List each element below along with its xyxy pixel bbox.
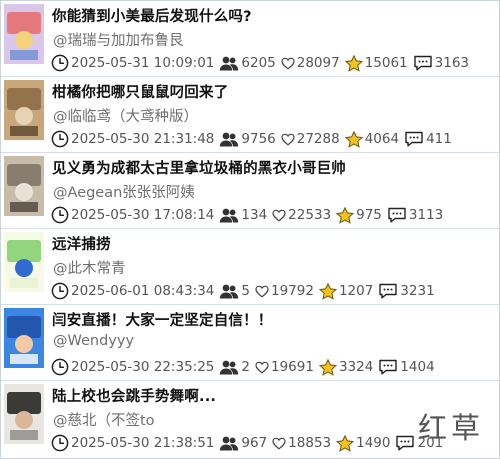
play-count: 5 xyxy=(241,283,250,299)
video-thumbnail[interactable] xyxy=(4,156,44,216)
comment-count: 411 xyxy=(426,131,452,147)
comment-count: 3163 xyxy=(434,55,470,71)
favorite-count: 1490 xyxy=(356,435,391,451)
play-count: 9756 xyxy=(241,131,276,147)
publish-date: 2025-05-31 10:09:01 xyxy=(71,55,215,71)
publish-date: 2025-05-30 21:38:51 xyxy=(71,435,215,451)
heart-icon xyxy=(281,57,295,70)
clock-icon xyxy=(51,358,69,376)
favorite-count: 3324 xyxy=(338,359,374,375)
star-icon xyxy=(344,54,363,72)
publish-date: 2025-06-01 08:43:34 xyxy=(71,283,215,299)
video-list: 你能猜到小美最后发现什么吗? @瑞瑞与加加布鲁艮 2025-05-31 10:0… xyxy=(0,0,500,459)
video-author[interactable]: @Wendyyy xyxy=(53,333,134,349)
heart-icon xyxy=(255,361,269,374)
publish-date: 2025-05-30 17:08:14 xyxy=(71,207,215,223)
star-icon xyxy=(336,434,355,452)
comment-icon xyxy=(378,359,398,375)
heart-icon xyxy=(255,285,269,298)
video-thumbnail[interactable] xyxy=(4,80,44,140)
heart-icon xyxy=(272,437,286,450)
publish-date: 2025-05-30 22:35:25 xyxy=(71,359,215,375)
video-title[interactable]: 柑橘你把哪只鼠鼠叼回来了 xyxy=(52,81,228,102)
star-icon xyxy=(318,282,337,300)
comment-count: 1404 xyxy=(400,359,435,375)
comment-count: 3231 xyxy=(400,283,435,299)
star-icon xyxy=(336,206,355,224)
favorite-count: 15061 xyxy=(364,55,408,71)
video-thumbnail[interactable] xyxy=(4,308,44,368)
video-meta: 2025-05-31 10:09:01 6205 28097 15061 316… xyxy=(51,53,474,73)
users-icon xyxy=(219,207,239,223)
publish-date: 2025-05-30 21:31:48 xyxy=(71,131,215,147)
users-icon xyxy=(219,131,239,147)
favorite-count: 4064 xyxy=(364,131,400,147)
play-count: 134 xyxy=(241,207,268,223)
video-meta: 2025-05-30 17:08:14 134 22533 975 3113 xyxy=(51,205,448,225)
video-author[interactable]: @瑞瑞与加加布鲁艮 xyxy=(53,29,184,50)
users-icon xyxy=(219,359,239,375)
list-item[interactable]: 闫安直播！大家一定坚定自信！！ @Wendyyy 2025-05-30 22:3… xyxy=(1,305,499,381)
favorite-count: 975 xyxy=(356,207,382,223)
video-author[interactable]: @此木常青 xyxy=(53,257,126,278)
video-meta: 2025-05-30 21:38:51 967 18853 1490 201 xyxy=(51,433,448,453)
video-title[interactable]: 陆上校也会跳手势舞啊... xyxy=(52,385,216,406)
users-icon xyxy=(219,55,239,71)
video-meta: 2025-05-30 22:35:25 2 19691 3324 1404 xyxy=(51,357,440,377)
video-title[interactable]: 远洋捕捞 xyxy=(52,233,111,254)
star-icon xyxy=(344,130,363,148)
like-count: 28097 xyxy=(296,55,340,71)
clock-icon xyxy=(51,434,69,452)
play-count: 2 xyxy=(241,359,250,375)
video-author[interactable]: @临临鸢（大鸢种版） xyxy=(53,105,198,126)
heart-icon xyxy=(272,209,286,222)
video-thumbnail[interactable] xyxy=(4,232,44,292)
like-count: 22533 xyxy=(288,207,332,223)
watermark-text: 红草 xyxy=(418,411,485,445)
users-icon xyxy=(219,435,239,451)
video-title[interactable]: 你能猜到小美最后发现什么吗? xyxy=(52,5,252,26)
play-count: 967 xyxy=(241,435,268,451)
clock-icon xyxy=(51,282,69,300)
comment-count: 3113 xyxy=(408,207,444,223)
list-item[interactable]: 见义勇为成都太古里拿垃圾桶的黑衣小哥巨帅 @Aegean张张张阿姨 2025-0… xyxy=(1,153,499,229)
play-count: 6205 xyxy=(241,55,276,71)
clock-icon xyxy=(51,54,69,72)
favorite-count: 1207 xyxy=(338,283,374,299)
video-author[interactable]: @Aegean张张张阿姨 xyxy=(53,181,195,202)
comment-icon xyxy=(387,207,407,223)
video-title[interactable]: 闫安直播！大家一定坚定自信！！ xyxy=(52,309,273,330)
clock-icon xyxy=(51,130,69,148)
video-thumbnail[interactable] xyxy=(4,384,44,444)
video-thumbnail[interactable] xyxy=(4,4,44,64)
list-item[interactable]: 柑橘你把哪只鼠鼠叼回来了 @临临鸢（大鸢种版） 2025-05-30 21:31… xyxy=(1,77,499,153)
like-count: 19691 xyxy=(270,359,314,375)
comment-icon xyxy=(404,131,424,147)
like-count: 27288 xyxy=(296,131,340,147)
like-count: 19792 xyxy=(270,283,314,299)
like-count: 18853 xyxy=(288,435,332,451)
list-item[interactable]: 远洋捕捞 @此木常青 2025-06-01 08:43:34 5 19792 1… xyxy=(1,229,499,305)
comment-icon xyxy=(413,55,433,71)
heart-icon xyxy=(281,133,295,146)
comment-icon xyxy=(395,435,415,451)
video-meta: 2025-06-01 08:43:34 5 19792 1207 3231 xyxy=(51,281,440,301)
star-icon xyxy=(318,358,337,376)
video-author[interactable]: @慈北（不签to xyxy=(53,409,155,430)
comment-icon xyxy=(378,283,398,299)
clock-icon xyxy=(51,206,69,224)
list-item[interactable]: 你能猜到小美最后发现什么吗? @瑞瑞与加加布鲁艮 2025-05-31 10:0… xyxy=(1,1,499,77)
video-title[interactable]: 见义勇为成都太古里拿垃圾桶的黑衣小哥巨帅 xyxy=(52,157,346,178)
video-meta: 2025-05-30 21:31:48 9756 27288 4064 411 xyxy=(51,129,457,149)
users-icon xyxy=(219,283,239,299)
